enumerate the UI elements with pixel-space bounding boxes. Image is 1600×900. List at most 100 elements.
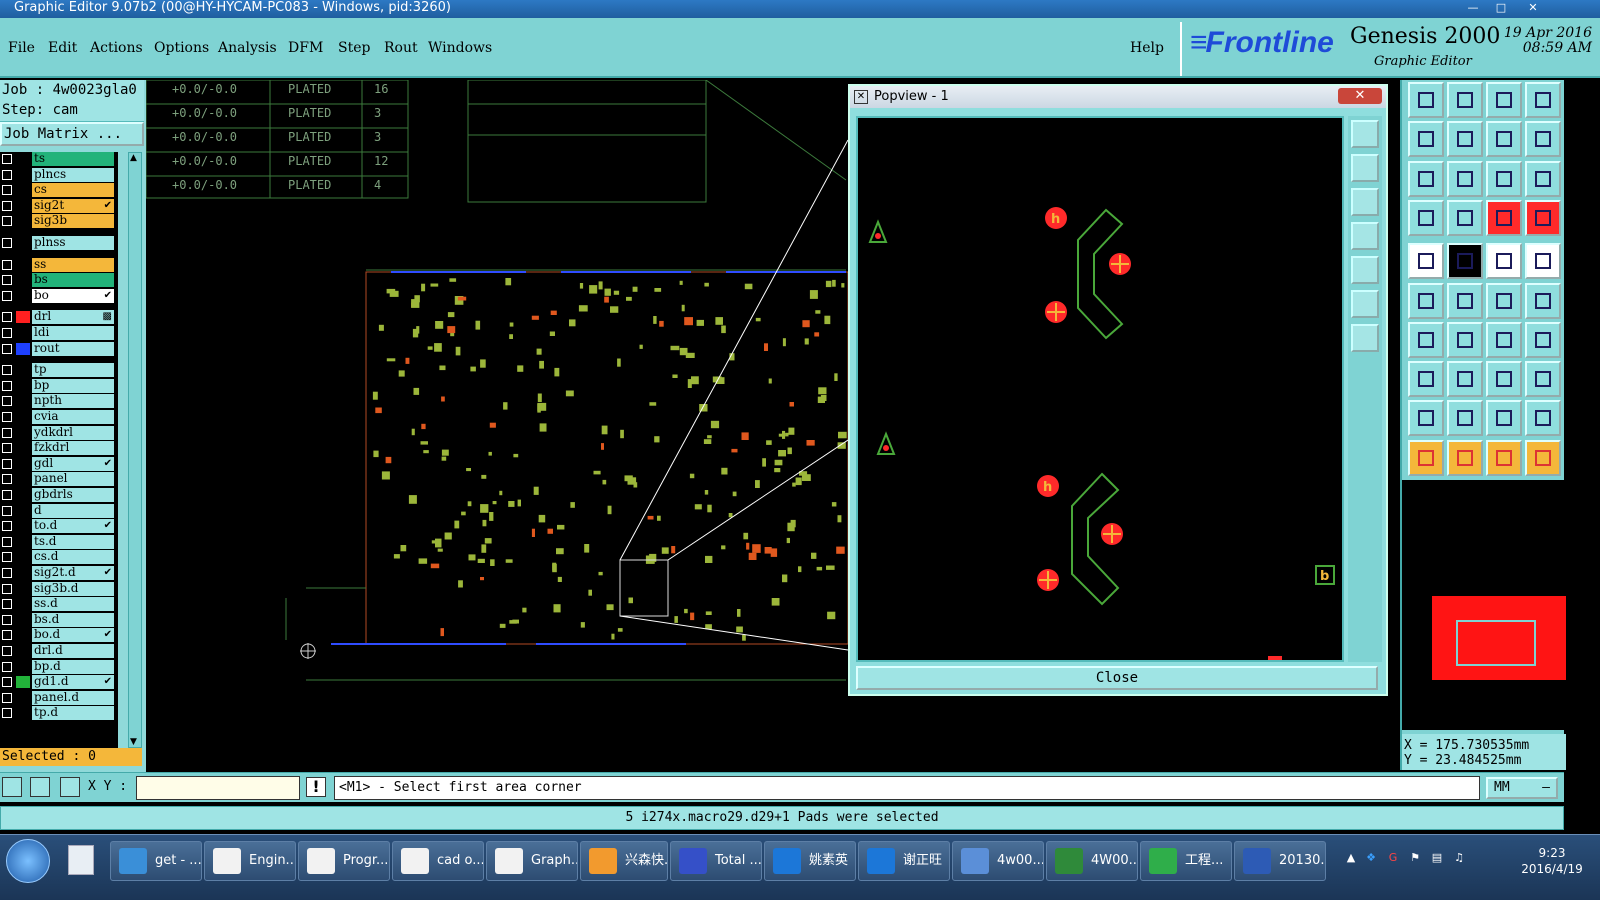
snap-mode-icon[interactable] xyxy=(2,777,22,797)
triangle-a-icon[interactable] xyxy=(1486,400,1522,437)
taskbar-item[interactable]: cad o... xyxy=(392,841,484,881)
pointer-ring-icon[interactable] xyxy=(1486,439,1522,476)
move-icon[interactable] xyxy=(1486,282,1522,319)
menu-actions[interactable]: Actions xyxy=(90,40,143,56)
taskbar-clock[interactable]: 9:23 2016/4/19 xyxy=(1512,845,1592,877)
ruler-icon[interactable] xyxy=(1486,243,1522,280)
layer-color-swatch[interactable] xyxy=(16,184,30,197)
layer-checkbox[interactable] xyxy=(2,458,12,469)
settings-icon[interactable] xyxy=(1408,199,1444,236)
mirror-icon[interactable] xyxy=(1525,321,1561,358)
menu-step[interactable]: Step xyxy=(338,40,370,56)
layer-row-sig3b[interactable]: sig3b xyxy=(0,214,116,229)
layer-row-ts-d[interactable]: ts.d xyxy=(0,534,116,549)
scroll-down-icon[interactable]: ▼ xyxy=(130,737,137,747)
layer-checkbox[interactable] xyxy=(2,427,12,438)
tray-expand-icon[interactable]: ▲ xyxy=(1344,851,1358,865)
layer-checkbox[interactable] xyxy=(2,505,12,516)
layer-color-swatch[interactable] xyxy=(16,289,30,302)
popview-fit-icon[interactable] xyxy=(1351,290,1379,318)
layer-row-bs[interactable]: bs xyxy=(0,273,116,288)
layer-color-swatch[interactable] xyxy=(16,274,30,287)
triangle-filled-icon[interactable] xyxy=(1447,400,1483,437)
layer-checkbox[interactable] xyxy=(2,154,12,164)
layer-color-swatch[interactable] xyxy=(16,327,30,339)
layer-row-ss-d[interactable]: ss.d xyxy=(0,597,116,612)
layer-row-cs-d[interactable]: cs.d xyxy=(0,550,116,565)
popview-zoom-in-icon[interactable] xyxy=(1351,154,1379,182)
layer-row-cs[interactable]: cs xyxy=(0,183,116,198)
layer-row-panel[interactable]: panel xyxy=(0,472,116,487)
layer-checkbox[interactable] xyxy=(2,646,12,656)
layer-color-swatch[interactable] xyxy=(16,489,30,501)
layer-row-bp[interactable]: bp xyxy=(0,378,116,393)
add-line-icon[interactable] xyxy=(1447,243,1483,280)
menu-rout[interactable]: Rout xyxy=(384,40,418,56)
layer-row-drl-d[interactable]: drl.d xyxy=(0,644,116,658)
layer-color-swatch[interactable] xyxy=(16,473,30,486)
grid-view-icon[interactable] xyxy=(1447,199,1483,236)
layer-color-swatch[interactable] xyxy=(16,442,30,455)
layer-row-sig3b-d[interactable]: sig3b.d xyxy=(0,581,116,596)
layer-color-swatch[interactable] xyxy=(16,395,30,408)
layer-color-swatch[interactable] xyxy=(16,311,30,324)
layer-color-swatch[interactable] xyxy=(16,707,30,720)
tray-volume-icon[interactable]: ♫ xyxy=(1452,851,1466,865)
layer-color-swatch[interactable] xyxy=(16,660,30,673)
layer-checkbox[interactable] xyxy=(2,536,12,547)
taskbar-item[interactable]: Graph... xyxy=(486,841,578,881)
split-icon[interactable] xyxy=(1486,121,1522,158)
layer-row-bo[interactable]: bo ✔ xyxy=(0,288,116,303)
layer-color-swatch[interactable] xyxy=(16,645,30,657)
menu-dfm[interactable]: DFM xyxy=(288,40,323,56)
layer-color-swatch[interactable] xyxy=(16,342,30,355)
layer-checkbox[interactable] xyxy=(2,552,12,563)
help-icon[interactable] xyxy=(1525,160,1561,197)
layer-color-swatch[interactable] xyxy=(16,215,30,228)
layer-checkbox[interactable] xyxy=(2,677,12,688)
layer-checkbox[interactable] xyxy=(2,443,12,454)
layer-row-sig2t[interactable]: sig2t ✔ xyxy=(0,198,116,213)
layer-color-swatch[interactable] xyxy=(16,199,30,212)
taskbar-item[interactable]: 谢正旺 xyxy=(858,841,950,881)
layer-checkbox[interactable] xyxy=(2,328,12,338)
popview-close-icon[interactable]: ✕ xyxy=(1338,88,1382,104)
start-button[interactable] xyxy=(6,839,50,883)
layer-checkbox[interactable] xyxy=(2,380,12,391)
layer-checkbox[interactable] xyxy=(2,474,12,485)
taskbar-item[interactable]: 4W00... xyxy=(1046,841,1138,881)
layer-color-swatch[interactable] xyxy=(16,691,30,704)
taskbar-item[interactable]: get - ... xyxy=(110,841,202,881)
popview-zoom-home-icon[interactable] xyxy=(1351,120,1379,148)
layer-row-d[interactable]: d xyxy=(0,503,116,518)
layer-scrollbar[interactable]: ▲ ▼ xyxy=(128,152,142,748)
layer-color-swatch[interactable] xyxy=(16,535,30,548)
popview-pan-left-icon[interactable] xyxy=(1351,222,1379,250)
layer-checkbox[interactable] xyxy=(2,169,12,180)
layer-row-sig2t-d[interactable]: sig2t.d ✔ xyxy=(0,566,116,580)
layer-checkbox[interactable] xyxy=(2,614,12,625)
layer-color-swatch[interactable] xyxy=(16,237,30,249)
layer-checkbox[interactable] xyxy=(2,521,12,532)
menu-file[interactable]: File xyxy=(8,40,35,56)
units-select[interactable]: MM — xyxy=(1486,777,1558,799)
zoom-in-icon[interactable] xyxy=(1408,82,1444,118)
grid-icon[interactable] xyxy=(60,777,80,797)
layer-row-ts[interactable]: ts xyxy=(0,152,116,166)
copy-icon[interactable] xyxy=(1525,282,1561,319)
zoom-out-icon[interactable] xyxy=(1447,82,1483,118)
layer-color-swatch[interactable] xyxy=(16,168,30,181)
pad-icon[interactable] xyxy=(1408,361,1444,398)
taskbar-item[interactable]: 姚素英 xyxy=(764,841,856,881)
graphic-canvas[interactable]: +0.0/-0.0 PLATED 16 +0.0/-0.0 PLATED 3 +0.0/-0… xyxy=(146,80,848,768)
layer-color-swatch[interactable] xyxy=(16,520,30,533)
menu-analysis[interactable]: Analysis xyxy=(218,40,277,56)
layer-color-swatch[interactable] xyxy=(16,364,30,377)
layer-row-rout[interactable]: rout xyxy=(0,341,116,356)
maximize-icon[interactable]: □ xyxy=(1490,0,1512,14)
redraw-icon[interactable] xyxy=(1525,121,1561,158)
minimize-icon[interactable]: — xyxy=(1462,0,1484,14)
xy-input[interactable] xyxy=(136,776,300,800)
layer-row-gbdrls[interactable]: gbdrls xyxy=(0,488,116,502)
layer-checkbox[interactable] xyxy=(2,412,12,422)
